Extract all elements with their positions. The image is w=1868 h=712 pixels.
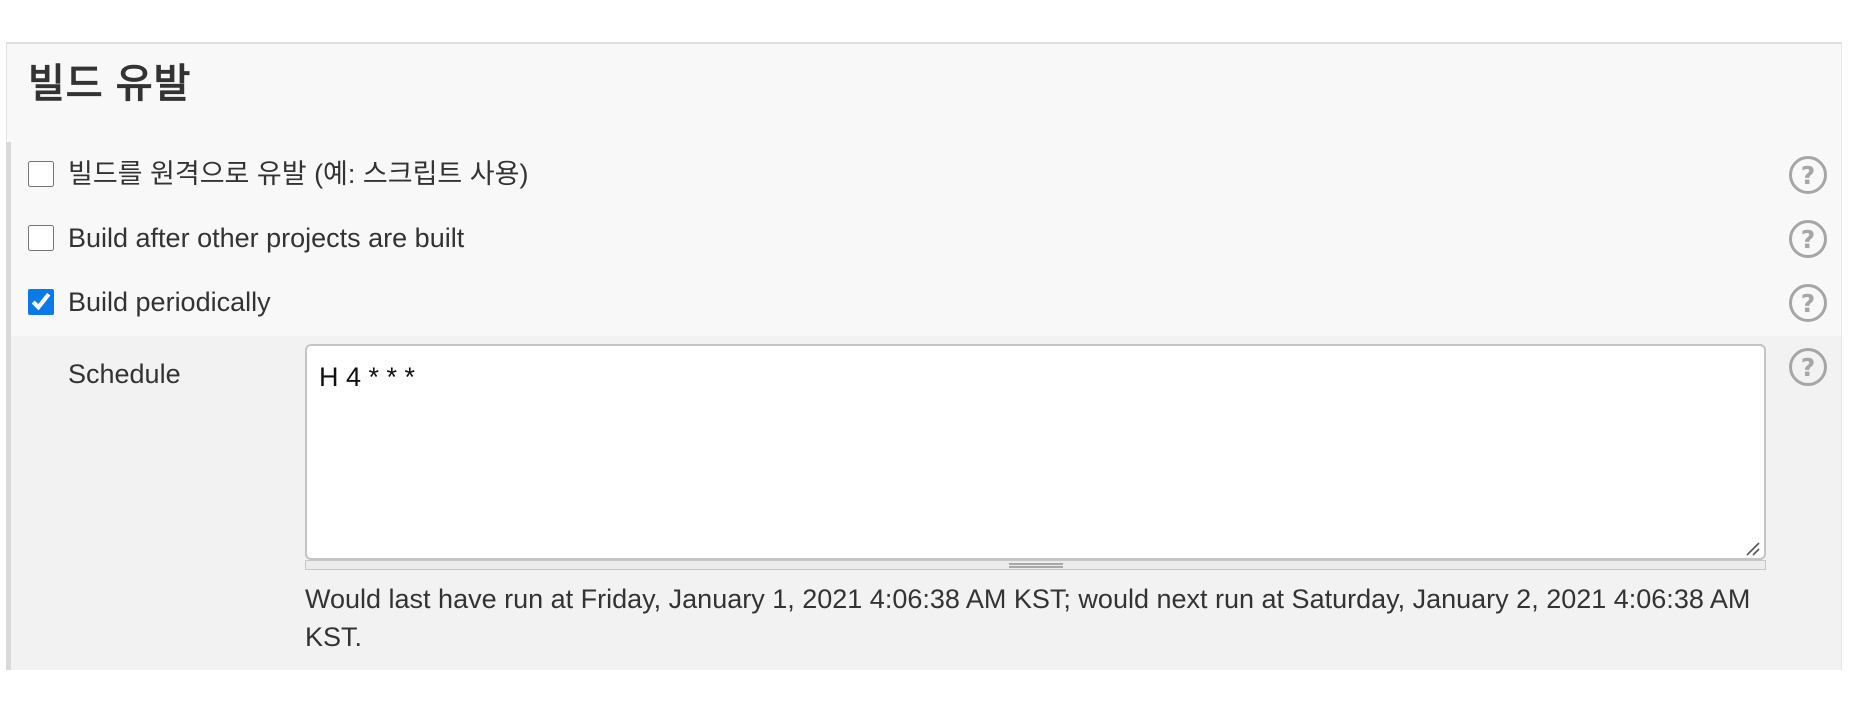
build-periodically-checkbox[interactable]: [28, 289, 54, 315]
schedule-textarea[interactable]: H 4 * * *: [305, 344, 1766, 560]
help-icon-trigger-remotely[interactable]: ?: [1789, 156, 1827, 194]
build-after-other-projects-checkbox[interactable]: [28, 225, 54, 251]
help-glyph: ?: [1800, 160, 1816, 190]
option-trigger-remotely[interactable]: 빌드를 원격으로 유발 (예: 스크립트 사용): [28, 154, 1828, 194]
schedule-label: Schedule: [68, 359, 181, 389]
schedule-next-run-note: Would last have run at Friday, January 1…: [305, 584, 1751, 652]
help-icon-schedule[interactable]: ?: [1789, 348, 1827, 386]
help-glyph: ?: [1800, 288, 1816, 318]
section-title: 빌드 유발: [28, 62, 192, 106]
help-icon-build-periodically[interactable]: ?: [1789, 284, 1827, 322]
build-periodically-label: Build periodically: [68, 287, 271, 317]
trigger-remotely-checkbox[interactable]: [28, 161, 54, 187]
option-build-after-other-projects[interactable]: Build after other projects are built: [28, 218, 1828, 258]
help-glyph: ?: [1800, 352, 1816, 382]
build-after-other-projects-label: Build after other projects are built: [68, 223, 465, 253]
help-icon-build-after-other-projects[interactable]: ?: [1789, 220, 1827, 258]
textarea-drag-bar[interactable]: [305, 560, 1766, 570]
help-glyph: ?: [1800, 224, 1816, 254]
option-build-periodically[interactable]: Build periodically: [28, 282, 1828, 322]
trigger-remotely-label: 빌드를 원격으로 유발 (예: 스크립트 사용): [68, 159, 529, 189]
textarea-resize-icon[interactable]: [1744, 540, 1760, 556]
drag-handle-icon[interactable]: [1008, 563, 1063, 568]
